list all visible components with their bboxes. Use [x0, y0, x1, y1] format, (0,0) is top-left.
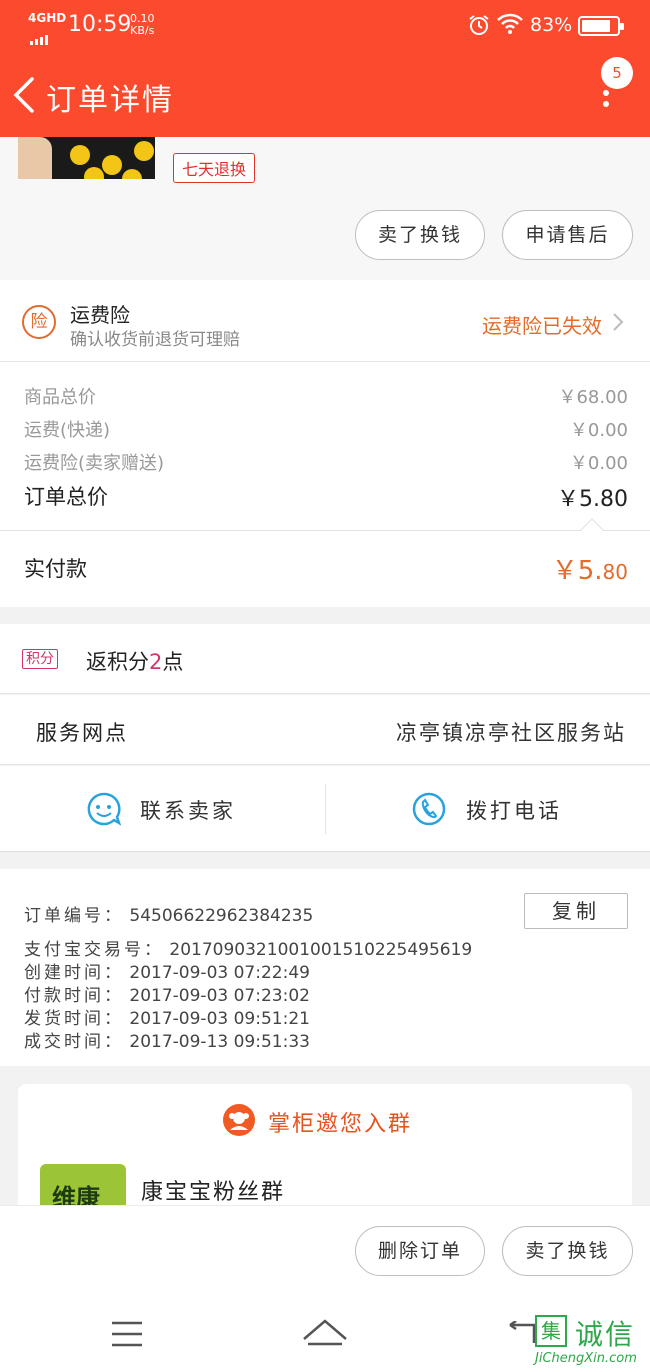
order-total-row: 订单总价 ￥5.80 [24, 481, 628, 512]
alipay-trade-number: 2017090321001001510225495619 [169, 940, 473, 960]
order-info-row: 订单编号： 54506622962384235 [24, 901, 313, 926]
order-info-key: 成交时间： [24, 1032, 124, 1052]
points-suffix: 点 [162, 650, 184, 674]
page-title: 订单详情 [46, 83, 174, 118]
price-label: 运费(快递) [24, 420, 111, 441]
alarm-icon [468, 14, 490, 40]
order-total-label: 订单总价 [24, 485, 108, 509]
battery-icon [578, 16, 624, 36]
shopkeeper-icon [223, 1104, 255, 1136]
system-nav-bar: 集 诚信 JiChengXin.com [0, 1293, 650, 1372]
contact-seller-label: 联系卖家 [140, 799, 236, 823]
contact-bar: 联系卖家 拨打电话 [0, 766, 650, 852]
order-info-row: 创建时间： 2017-09-03 07:22:49 [24, 958, 310, 983]
order-info-row: 成交时间： 2017-09-13 09:51:33 [24, 1027, 310, 1052]
points-text: 返积分2点 [86, 646, 183, 676]
insurance-title: 运费险 [70, 303, 130, 327]
price-value: ￥0.00 [569, 420, 628, 441]
phone-icon [411, 791, 447, 831]
order-info-row: 发货时间： 2017-09-03 09:51:21 [24, 1004, 310, 1029]
chevron-right-icon [612, 312, 624, 336]
network-speed: 0.10 KB/s [130, 13, 155, 37]
price-label: 商品总价 [24, 387, 96, 408]
more-menu-icon[interactable] [603, 90, 609, 112]
points-amount: 2 [149, 650, 163, 674]
status-bar: 4GHD 10:59 0.10 KB/s 83% [0, 0, 650, 50]
network-type: 4GHD [28, 11, 67, 25]
price-value: ￥0.00 [569, 453, 628, 474]
order-info-key: 订单编号： [24, 906, 124, 926]
signal-icon [30, 26, 50, 45]
amount-paid-main: ￥5. [551, 556, 603, 586]
order-number: 54506622962384235 [129, 906, 314, 926]
wifi-icon [497, 12, 523, 38]
insurance-subtitle: 确认收货前退货可理赔 [70, 330, 240, 350]
points-tag: 积分 [22, 649, 58, 669]
clock: 10:59 [68, 12, 132, 37]
back-nav-icon[interactable] [508, 1319, 538, 1351]
insurance-status: 运费险已失效 [482, 314, 602, 338]
price-label: 运费险(卖家赠送) [24, 453, 165, 474]
amount-paid-label: 实付款 [24, 557, 87, 581]
service-station-row: 服务网点 凉亭镇凉亭社区服务站 [0, 695, 650, 765]
group-invite-card[interactable]: 掌柜邀您入群 维康 康宝宝粉丝群 [18, 1084, 632, 1224]
caret-up-icon [580, 518, 604, 531]
back-icon[interactable] [10, 75, 38, 119]
sell-for-cash-button[interactable]: 卖了换钱 [502, 1226, 633, 1276]
watermark: 集 诚信 JiChengXin.com [535, 1311, 650, 1369]
watermark-mark: 集 [535, 1315, 567, 1347]
order-info-row: 付款时间： 2017-09-03 07:23:02 [24, 981, 310, 1006]
service-station-label: 服务网点 [36, 721, 128, 745]
sell-for-cash-button[interactable]: 卖了换钱 [355, 210, 485, 260]
completed-time: 2017-09-13 09:51:33 [129, 1032, 310, 1052]
battery-percent: 83% [530, 14, 573, 36]
price-breakdown: 商品总价 ￥68.00 运费(快递) ￥0.00 运费险(卖家赠送) ￥0.00… [0, 362, 650, 530]
order-info-key: 付款时间： [24, 986, 124, 1006]
contact-seller-button[interactable]: 联系卖家 [0, 766, 325, 852]
copy-button[interactable]: 复制 [524, 893, 628, 929]
price-row: 运费险(卖家赠送) ￥0.00 [24, 449, 628, 475]
speed-unit: KB/s [130, 24, 155, 37]
order-info-row: 支付宝交易号： 2017090321001001510225495619 [24, 935, 472, 960]
product-section: 七天退换 卖了换钱 申请售后 [0, 137, 650, 280]
order-info-key: 发货时间： [24, 1009, 124, 1029]
order-total-value: ￥5.80 [557, 487, 628, 512]
product-thumbnail[interactable] [18, 137, 155, 179]
insurance-icon: 险 [22, 305, 56, 339]
order-info-key: 支付宝交易号： [24, 940, 164, 960]
delete-order-button[interactable]: 删除订单 [355, 1226, 485, 1276]
price-value: ￥68.00 [558, 387, 628, 408]
amount-paid-decimal: 80 [602, 560, 628, 584]
group-invite-title: 掌柜邀您入群 [268, 1112, 413, 1137]
home-icon[interactable] [302, 1317, 348, 1351]
freight-insurance-row[interactable]: 险 运费险 确认收货前退货可理赔 运费险已失效 [0, 280, 650, 362]
group-name: 康宝宝粉丝群 [141, 1180, 286, 1205]
call-phone-button[interactable]: 拨打电话 [325, 766, 650, 852]
after-sale-button[interactable]: 申请售后 [502, 210, 633, 260]
points-row: 积分 返积分2点 [0, 624, 650, 694]
points-prefix: 返积分 [86, 650, 149, 674]
created-time: 2017-09-03 07:22:49 [129, 963, 310, 983]
amount-paid-value: ￥5.80 [552, 550, 628, 587]
watermark-text: 诚信 [575, 1318, 636, 1351]
order-info: 订单编号： 54506622962384235 支付宝交易号： 20170903… [0, 869, 650, 1066]
chat-bubble-icon [86, 791, 122, 831]
bottom-action-bar: 删除订单 卖了换钱 [0, 1205, 650, 1293]
shipped-time: 2017-09-03 09:51:21 [129, 1009, 310, 1029]
app-header: 4GHD 10:59 0.10 KB/s 83% 订单详情 5 [0, 0, 650, 137]
amount-paid-row: 实付款 ￥5.80 [0, 530, 650, 607]
notification-badge[interactable]: 5 [601, 57, 633, 89]
price-row: 商品总价 ￥68.00 [24, 383, 628, 409]
watermark-url: JiChengXin.com [535, 1351, 637, 1366]
order-info-key: 创建时间： [24, 963, 124, 983]
price-row: 运费(快递) ￥0.00 [24, 416, 628, 442]
paid-time: 2017-09-03 07:23:02 [129, 986, 310, 1006]
menu-icon[interactable] [112, 1321, 142, 1351]
return-policy-tag: 七天退换 [173, 153, 256, 183]
service-station-value: 凉亭镇凉亭社区服务站 [396, 721, 626, 745]
call-phone-label: 拨打电话 [466, 799, 562, 823]
